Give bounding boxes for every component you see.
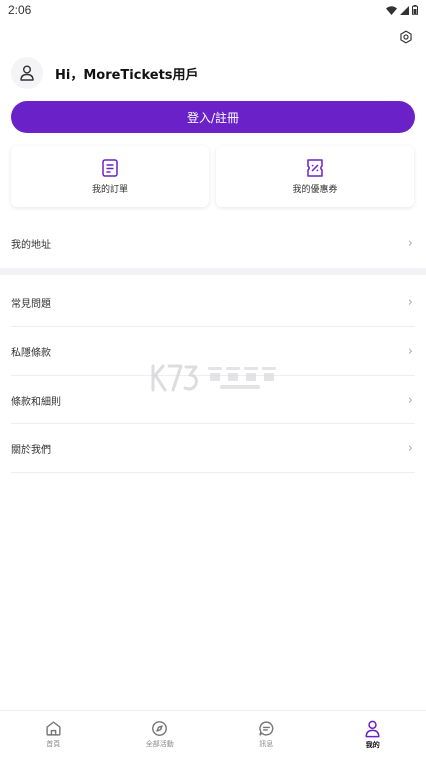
status-bar: 2:06 [0, 0, 426, 20]
my-orders-label: 我的訂單 [92, 182, 128, 195]
bottom-navigation: 首頁 全部活動 訊息 我的 [0, 710, 426, 758]
chevron-right-icon: › [408, 236, 413, 251]
login-register-button[interactable]: 登入/註冊 [11, 101, 415, 133]
settings-button[interactable] [395, 26, 417, 48]
order-list-icon [102, 159, 118, 177]
greeting-text: Hi，MoreTickets用戶 [55, 64, 199, 83]
chevron-right-icon: › [408, 295, 413, 310]
chevron-right-icon: › [408, 344, 413, 359]
wifi-icon [386, 6, 397, 15]
nav-label-mine: 我的 [366, 740, 380, 750]
status-time: 2:06 [8, 3, 31, 17]
battery-icon [412, 5, 418, 15]
user-icon [364, 720, 381, 738]
menu-item-label: 關於我們 [11, 441, 51, 456]
nav-tab-all-events[interactable]: 全部活動 [107, 711, 214, 758]
menu-item-label: 常見問題 [11, 295, 51, 310]
chat-icon [258, 720, 275, 737]
my-coupons-label: 我的優惠券 [292, 182, 337, 195]
signal-icon [400, 6, 409, 15]
divider [11, 472, 415, 473]
nav-tab-home[interactable]: 首頁 [0, 711, 107, 758]
home-icon [45, 720, 62, 737]
coupon-icon [307, 159, 323, 177]
status-icons [386, 5, 418, 15]
watermark-logo [150, 363, 280, 393]
section-divider [0, 268, 426, 275]
my-orders-card[interactable]: 我的訂單 [11, 146, 209, 207]
menu-item-label: 條款和細則 [11, 393, 61, 408]
nav-label-all-events: 全部活動 [146, 739, 174, 749]
user-avatar-icon [20, 65, 34, 81]
nav-label-messages: 訊息 [259, 739, 273, 749]
my-coupons-card[interactable]: 我的優惠券 [216, 146, 414, 207]
avatar[interactable] [11, 57, 43, 89]
menu-item-address[interactable]: 我的地址 › [11, 219, 415, 267]
menu-item-label: 我的地址 [11, 236, 51, 251]
nav-tab-messages[interactable]: 訊息 [213, 711, 320, 758]
menu-item-label: 私隱條款 [11, 344, 51, 359]
profile-row[interactable]: Hi，MoreTickets用戶 [11, 56, 199, 90]
nav-tab-mine[interactable]: 我的 [320, 711, 426, 758]
gear-icon [399, 30, 413, 44]
menu-item-faq[interactable]: 常見問題 › [11, 278, 415, 326]
menu-item-about[interactable]: 關於我們 › [11, 424, 415, 472]
chevron-right-icon: › [408, 441, 413, 456]
nav-label-home: 首頁 [46, 739, 60, 749]
chevron-right-icon: › [408, 393, 413, 408]
compass-icon [151, 720, 168, 737]
